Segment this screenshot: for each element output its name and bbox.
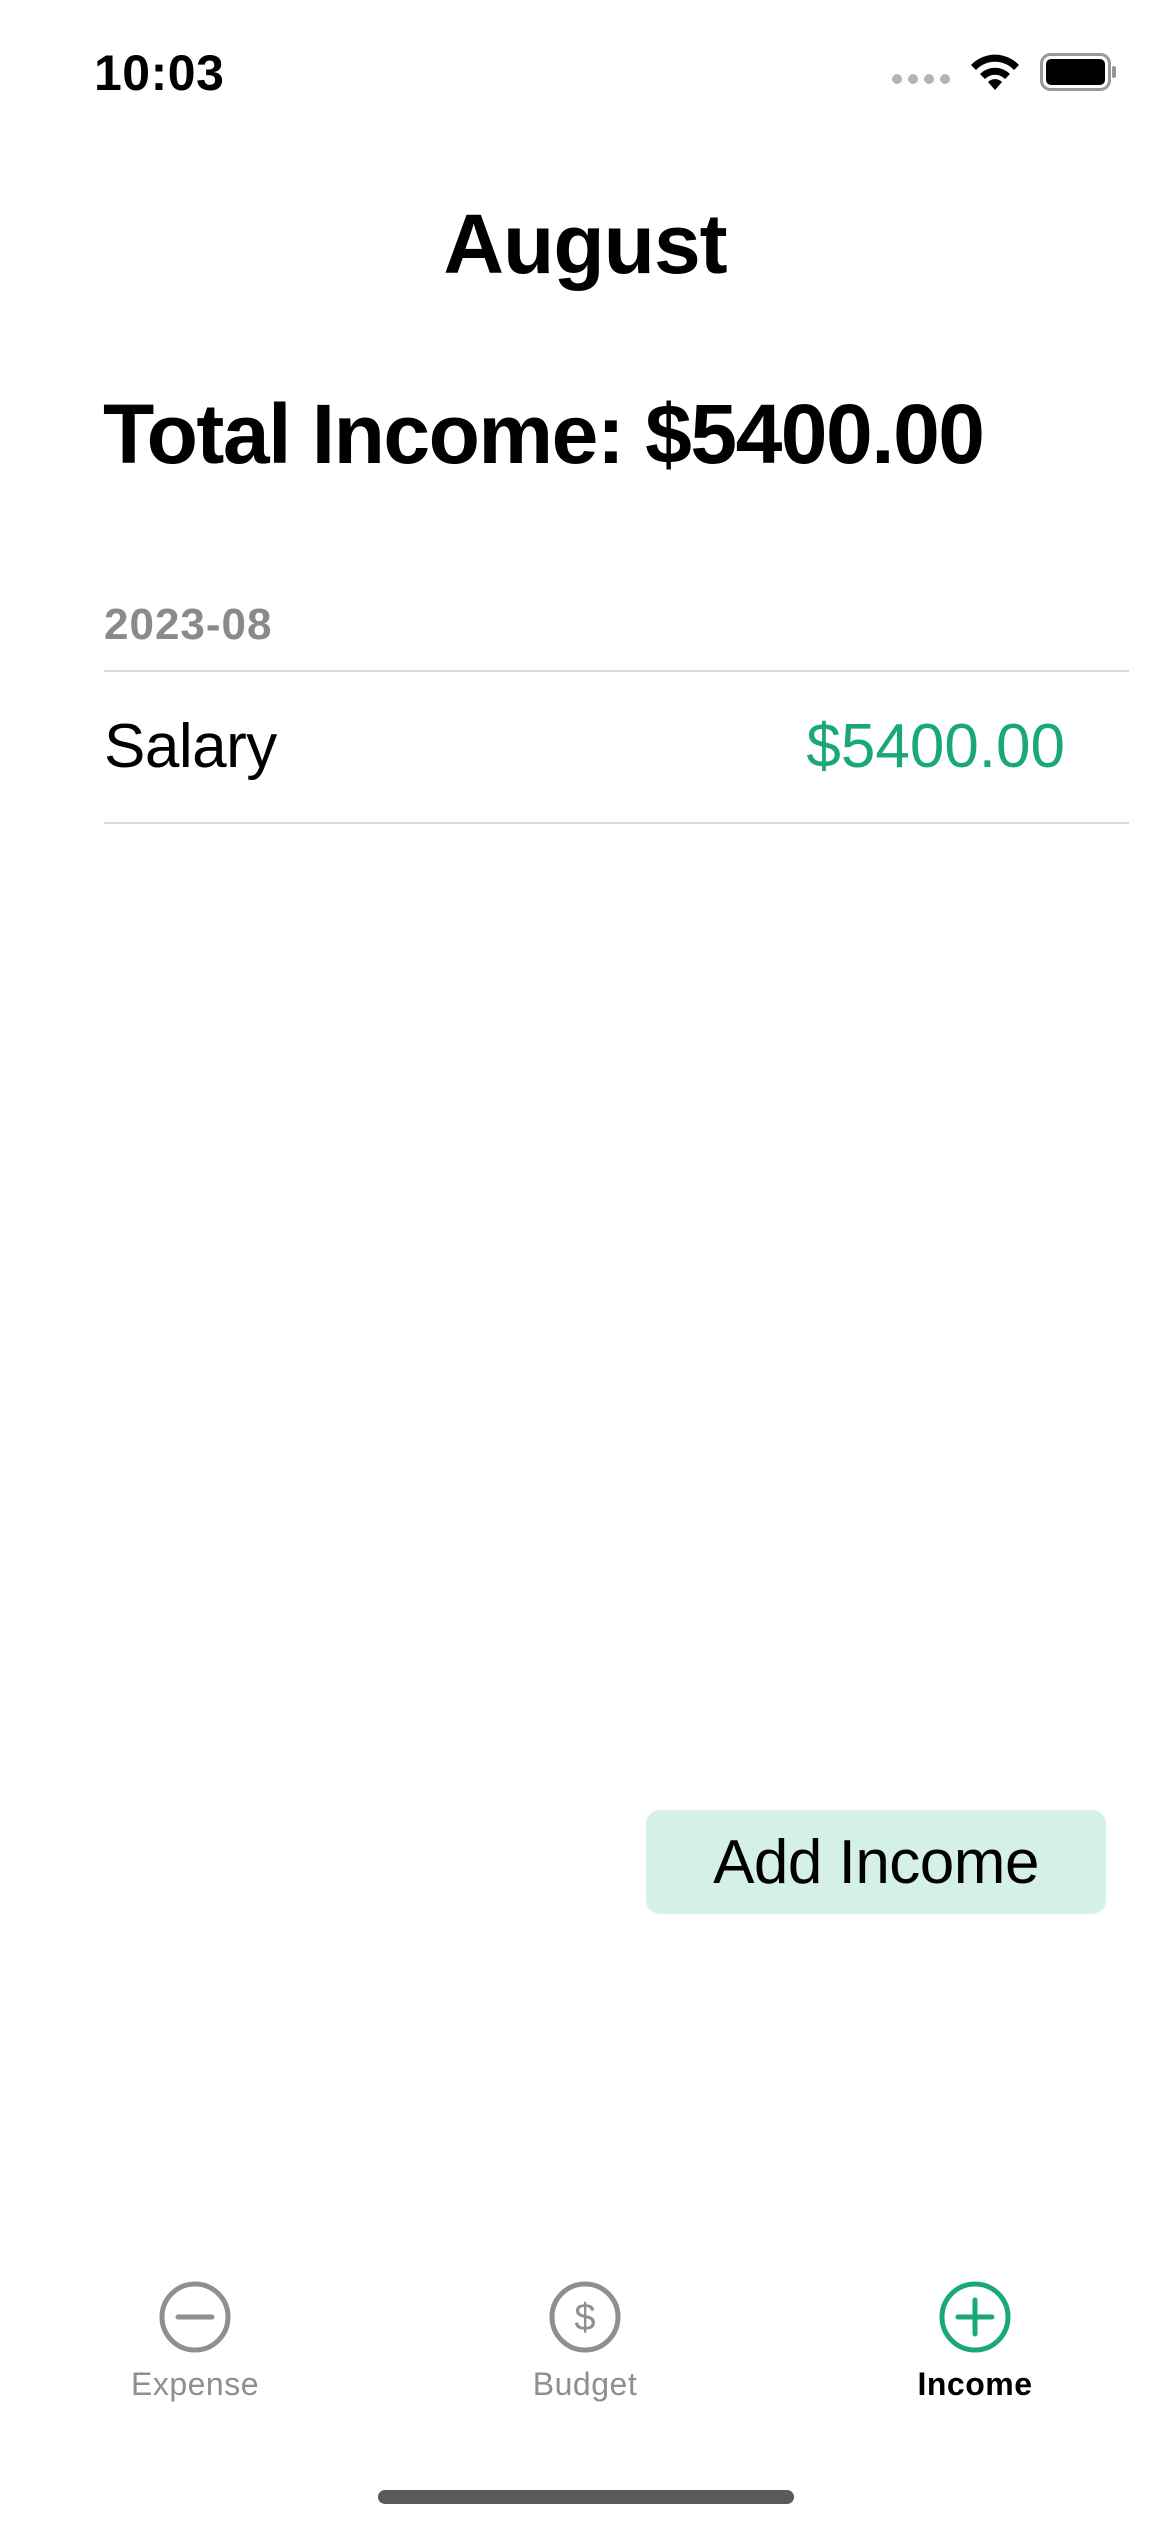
income-item-label: Salary [104, 711, 277, 781]
status-icons [892, 52, 1118, 92]
section-header-month: 2023-08 [104, 600, 273, 649]
home-indicator [378, 2490, 794, 2504]
page-title: August [443, 197, 727, 291]
dollar-circle-icon: $ [549, 2281, 621, 2353]
tab-label: Income [917, 2366, 1033, 2402]
income-screen: 10:03 August Total Income: $5400.00 2023… [0, 0, 1170, 2532]
tab-bar: Expense $ Budget Income [0, 2280, 1170, 2440]
wifi-icon [971, 54, 1019, 90]
tab-label: Expense [130, 2366, 260, 2402]
tab-expense[interactable]: Expense [0, 2280, 390, 2440]
income-item-amount: $5400.00 [806, 711, 1065, 781]
status-bar: 10:03 [0, 0, 1170, 150]
divider [104, 822, 1129, 824]
tab-label: Budget [532, 2366, 638, 2402]
tab-budget[interactable]: $ Budget [390, 2280, 780, 2440]
status-time: 10:03 [94, 45, 225, 101]
plus-circle-icon [939, 2281, 1011, 2353]
svg-text:$: $ [574, 2297, 595, 2339]
minus-circle-icon [159, 2281, 231, 2353]
cellular-signal-icon [892, 74, 950, 84]
add-income-button[interactable]: Add Income [646, 1810, 1106, 1914]
total-income-heading: Total Income: $5400.00 [103, 387, 985, 481]
tab-income[interactable]: Income [780, 2280, 1170, 2440]
list-item[interactable]: Salary $5400.00 [104, 672, 1065, 820]
battery-icon [1040, 53, 1116, 91]
